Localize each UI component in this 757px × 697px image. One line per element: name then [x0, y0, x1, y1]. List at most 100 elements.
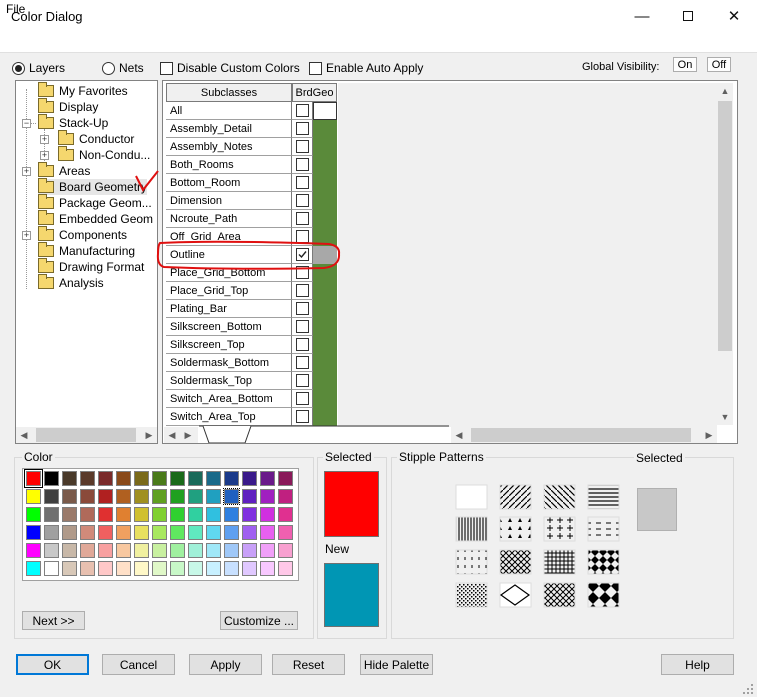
subclass-visibility-checkbox[interactable]: [292, 174, 313, 192]
color-palette[interactable]: [22, 468, 299, 581]
color-swatch[interactable]: [152, 561, 167, 576]
subclass-visibility-checkbox[interactable]: [292, 372, 313, 390]
color-swatch[interactable]: [170, 471, 185, 486]
color-swatch[interactable]: [223, 488, 240, 505]
color-swatch[interactable]: [188, 489, 203, 504]
tree-item-package-geometry[interactable]: Package Geom...: [38, 194, 152, 211]
subclass-visibility-checkbox[interactable]: [292, 210, 313, 228]
class-tree[interactable]: − + + + + My Favorites Display Stack-Up …: [15, 80, 158, 444]
scroll-thumb[interactable]: [471, 428, 691, 442]
subclass-color-cell[interactable]: [313, 336, 337, 354]
color-swatch[interactable]: [260, 525, 275, 540]
subclass-color-cell[interactable]: [313, 354, 337, 372]
enable-auto-apply-checkbox[interactable]: Enable Auto Apply: [309, 61, 423, 75]
color-swatch[interactable]: [170, 561, 185, 576]
subclass-color-cell[interactable]: [313, 300, 337, 318]
color-swatch[interactable]: [134, 543, 149, 558]
global-visibility-off-button[interactable]: Off: [707, 57, 731, 72]
color-swatch[interactable]: [62, 561, 77, 576]
color-swatch[interactable]: [260, 543, 275, 558]
grid-horizontal-scrollbar[interactable]: ◀ ▶: [451, 427, 717, 443]
color-swatch[interactable]: [152, 489, 167, 504]
color-swatch[interactable]: [224, 525, 239, 540]
color-swatch[interactable]: [134, 561, 149, 576]
color-swatch[interactable]: [260, 489, 275, 504]
color-swatch[interactable]: [26, 561, 41, 576]
color-swatch[interactable]: [152, 525, 167, 540]
subclass-visibility-checkbox[interactable]: [292, 354, 313, 372]
color-swatch[interactable]: [98, 525, 113, 540]
tree-item-conductor[interactable]: Conductor: [58, 130, 134, 147]
grid-vertical-scrollbar[interactable]: ▲ ▼: [717, 83, 733, 425]
color-swatch[interactable]: [44, 525, 59, 540]
close-button[interactable]: ✕: [711, 0, 757, 32]
color-swatch[interactable]: [62, 525, 77, 540]
tree-horizontal-scrollbar[interactable]: ◀ ▶: [16, 427, 157, 443]
subclass-row-name[interactable]: Bottom_Room: [166, 174, 292, 192]
color-swatch[interactable]: [242, 471, 257, 486]
scroll-left-icon[interactable]: ◀: [451, 427, 467, 443]
customize-button[interactable]: Customize ...: [220, 611, 298, 630]
subclass-row-name[interactable]: Switch_Area_Top: [166, 408, 292, 426]
color-swatch[interactable]: [134, 507, 149, 522]
tree-item-analysis[interactable]: Analysis: [38, 274, 104, 291]
color-swatch[interactable]: [260, 507, 275, 522]
subclass-visibility-checkbox[interactable]: [292, 408, 313, 426]
subclass-row-name[interactable]: Plating_Bar: [166, 300, 292, 318]
color-swatch[interactable]: [206, 525, 221, 540]
color-swatch[interactable]: [116, 489, 131, 504]
color-swatch[interactable]: [116, 525, 131, 540]
color-swatch[interactable]: [152, 507, 167, 522]
minimize-button[interactable]: —: [619, 0, 665, 32]
menu-file[interactable]: File: [6, 2, 25, 16]
resize-grip-icon[interactable]: [742, 683, 754, 695]
subclass-row-name[interactable]: Switch_Area_Bottom: [166, 390, 292, 408]
color-swatch[interactable]: [224, 507, 239, 522]
reset-button[interactable]: Reset: [272, 654, 345, 675]
color-swatch[interactable]: [80, 561, 95, 576]
subclass-color-cell[interactable]: [313, 390, 337, 408]
color-swatch[interactable]: [278, 543, 293, 558]
color-swatch[interactable]: [242, 489, 257, 504]
scroll-left-icon[interactable]: ◀: [16, 427, 32, 443]
color-swatch[interactable]: [260, 471, 275, 486]
subclass-visibility-checkbox[interactable]: [292, 318, 313, 336]
color-swatch[interactable]: [278, 525, 293, 540]
color-swatch[interactable]: [134, 525, 149, 540]
subclass-visibility-checkbox[interactable]: [292, 300, 313, 318]
color-swatch[interactable]: [24, 469, 43, 488]
color-swatch[interactable]: [242, 543, 257, 558]
color-swatch[interactable]: [80, 471, 95, 486]
subclass-color-cell[interactable]: [313, 138, 337, 156]
tree-item-board-geometry[interactable]: Board Geometry: [38, 178, 148, 195]
subclass-row-name[interactable]: Silkscreen_Bottom: [166, 318, 292, 336]
expand-icon[interactable]: +: [22, 231, 31, 240]
maximize-button[interactable]: [665, 0, 711, 32]
tree-item-manufacturing[interactable]: Manufacturing: [38, 242, 135, 259]
subclass-visibility-checkbox[interactable]: [292, 138, 313, 156]
color-swatch[interactable]: [188, 507, 203, 522]
color-swatch[interactable]: [206, 489, 221, 504]
scroll-right-icon[interactable]: ▶: [180, 427, 196, 443]
subclass-color-cell[interactable]: [313, 120, 337, 138]
color-swatch[interactable]: [116, 561, 131, 576]
color-swatch[interactable]: [116, 507, 131, 522]
scroll-down-icon[interactable]: ▼: [717, 409, 733, 425]
color-swatch[interactable]: [206, 471, 221, 486]
tree-item-embedded-geometry[interactable]: Embedded Geom: [38, 210, 153, 227]
subclass-color-cell[interactable]: [313, 174, 337, 192]
color-swatch[interactable]: [80, 489, 95, 504]
subclass-color-cell[interactable]: [313, 318, 337, 336]
color-swatch[interactable]: [278, 471, 293, 486]
subclass-row-name[interactable]: Assembly_Detail: [166, 120, 292, 138]
expand-icon[interactable]: +: [22, 167, 31, 176]
color-swatch[interactable]: [26, 507, 41, 522]
color-swatch[interactable]: [170, 525, 185, 540]
subclass-visibility-checkbox[interactable]: [292, 336, 313, 354]
hide-palette-button[interactable]: Hide Palette: [360, 654, 433, 675]
scroll-right-icon[interactable]: ▶: [701, 427, 717, 443]
color-swatch[interactable]: [44, 543, 59, 558]
subclass-row-name[interactable]: Place_Grid_Top: [166, 282, 292, 300]
color-swatch[interactable]: [224, 471, 239, 486]
color-swatch[interactable]: [116, 543, 131, 558]
